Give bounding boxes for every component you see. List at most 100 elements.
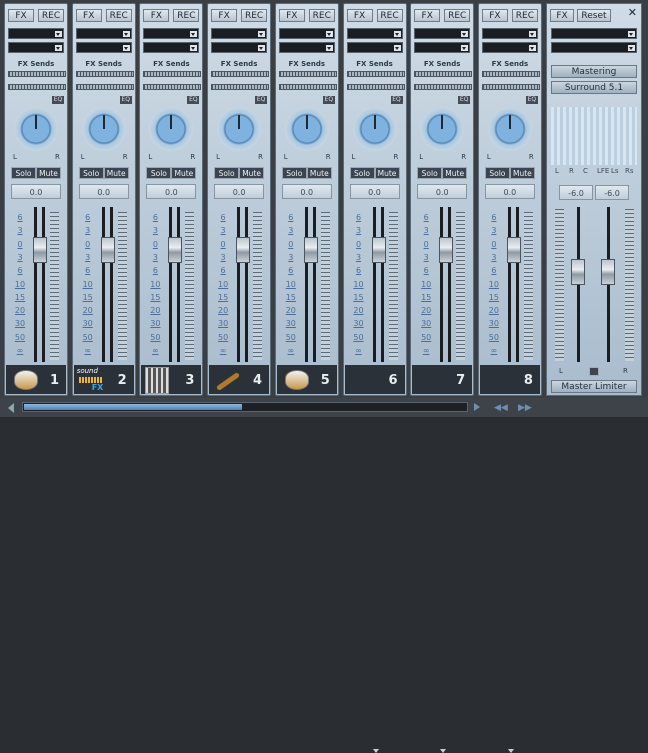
fx-button[interactable]: FX [8,9,34,22]
master-fx-button[interactable]: FX [550,9,574,22]
mute-button[interactable]: Mute [306,167,332,179]
solo-button[interactable]: Solo [11,167,36,179]
volume-readout[interactable]: 0.0 [281,184,332,199]
scroll-left-arrow[interactable] [8,403,14,413]
fx-send-2-slider[interactable] [278,84,337,90]
volume-fader[interactable] [100,237,115,263]
fx-send-1-slider[interactable] [346,71,405,77]
rec-button[interactable]: REC [241,9,268,22]
link-icon[interactable] [589,367,599,376]
pan-knob[interactable] [487,107,532,151]
rec-button[interactable]: REC [173,9,200,22]
mute-button[interactable]: Mute [509,167,535,179]
forward-icon[interactable]: ▶▶ [518,403,532,413]
eq-button[interactable]: EQ [390,96,403,104]
eq-button[interactable]: EQ [255,96,268,104]
input-dropdown[interactable] [8,28,64,39]
master-input-dropdown[interactable] [551,28,637,39]
volume-fader[interactable] [168,237,183,263]
fx-button[interactable]: FX [481,9,508,22]
output-dropdown[interactable] [414,42,471,53]
volume-fader[interactable] [371,237,386,263]
mastering-button[interactable]: Mastering [551,65,637,78]
fx-send-2-slider[interactable] [8,84,66,90]
solo-button[interactable]: Solo [146,167,172,179]
master-volume-left[interactable]: -6.0 [559,185,593,200]
mute-button[interactable]: Mute [442,167,468,179]
solo-button[interactable]: Solo [78,167,104,179]
fx-button[interactable]: FX [278,9,305,22]
surround-button[interactable]: Surround 5.1 [551,81,637,94]
master-fader-right[interactable] [601,259,615,285]
mute-button[interactable]: Mute [103,167,129,179]
output-dropdown[interactable] [481,42,538,53]
rewind-icon[interactable]: ◀◀ [494,403,508,413]
fx-button[interactable]: FX [143,9,170,22]
input-dropdown[interactable] [346,28,403,39]
fx-send-2-slider[interactable] [211,84,270,90]
master-fader-left[interactable] [571,259,585,285]
mute-button[interactable]: Mute [171,167,197,179]
eq-button[interactable]: EQ [322,96,335,104]
fx-send-2-slider[interactable] [346,84,405,90]
master-volume-right[interactable]: -6.0 [595,185,629,200]
volume-fader[interactable] [439,237,454,263]
input-dropdown[interactable] [211,28,268,39]
rec-button[interactable]: REC [308,9,335,22]
pan-knob[interactable] [217,107,262,151]
scroll-track[interactable] [22,402,468,412]
master-limiter-button[interactable]: Master Limiter [551,380,637,393]
solo-button[interactable]: Solo [281,167,307,179]
output-dropdown[interactable] [346,42,403,53]
reset-button[interactable]: Reset [577,9,611,22]
pan-knob[interactable] [149,107,194,151]
volume-fader[interactable] [303,237,318,263]
volume-readout[interactable]: 0.0 [146,184,197,199]
fx-button[interactable]: FX [211,9,238,22]
output-dropdown[interactable] [143,42,200,53]
pan-knob[interactable] [352,107,397,151]
solo-button[interactable]: Solo [349,167,375,179]
solo-button[interactable]: Solo [417,167,443,179]
eq-button[interactable]: EQ [525,96,538,104]
fx-send-2-slider[interactable] [75,84,134,90]
volume-readout[interactable]: 0.0 [417,184,468,199]
volume-readout[interactable]: 0.0 [349,184,400,199]
close-icon[interactable]: ✕ [628,6,637,19]
mute-button[interactable]: Mute [36,167,61,179]
rec-button[interactable]: REC [38,9,64,22]
volume-readout[interactable]: 0.0 [11,184,61,199]
scroll-thumb[interactable] [24,404,242,410]
fx-send-1-slider[interactable] [8,71,66,77]
fx-send-1-slider[interactable] [414,71,473,77]
horizontal-scrollbar[interactable]: ◀◀ ▶▶ [0,398,648,417]
input-dropdown[interactable] [143,28,200,39]
input-dropdown[interactable] [481,28,538,39]
output-dropdown[interactable] [211,42,268,53]
rec-button[interactable]: REC [376,9,403,22]
rec-button[interactable]: REC [511,9,538,22]
pan-knob[interactable] [284,107,329,151]
input-dropdown[interactable] [414,28,471,39]
play-icon[interactable] [474,403,480,411]
solo-button[interactable]: Solo [214,167,240,179]
volume-readout[interactable]: 0.0 [78,184,129,199]
volume-fader[interactable] [506,237,521,263]
rec-button[interactable]: REC [444,9,471,22]
mute-button[interactable]: Mute [374,167,400,179]
fx-send-2-slider[interactable] [481,84,540,90]
pan-knob[interactable] [420,107,465,151]
fx-send-1-slider[interactable] [278,71,337,77]
volume-readout[interactable]: 0.0 [484,184,535,199]
fx-button[interactable]: FX [414,9,441,22]
pan-knob[interactable] [81,107,126,151]
eq-button[interactable]: EQ [187,96,200,104]
output-dropdown[interactable] [8,42,64,53]
volume-readout[interactable]: 0.0 [214,184,265,199]
fx-send-1-slider[interactable] [211,71,270,77]
input-dropdown[interactable] [278,28,335,39]
rec-button[interactable]: REC [105,9,132,22]
fx-button[interactable]: FX [346,9,373,22]
output-dropdown[interactable] [75,42,132,53]
eq-button[interactable]: EQ [458,96,471,104]
